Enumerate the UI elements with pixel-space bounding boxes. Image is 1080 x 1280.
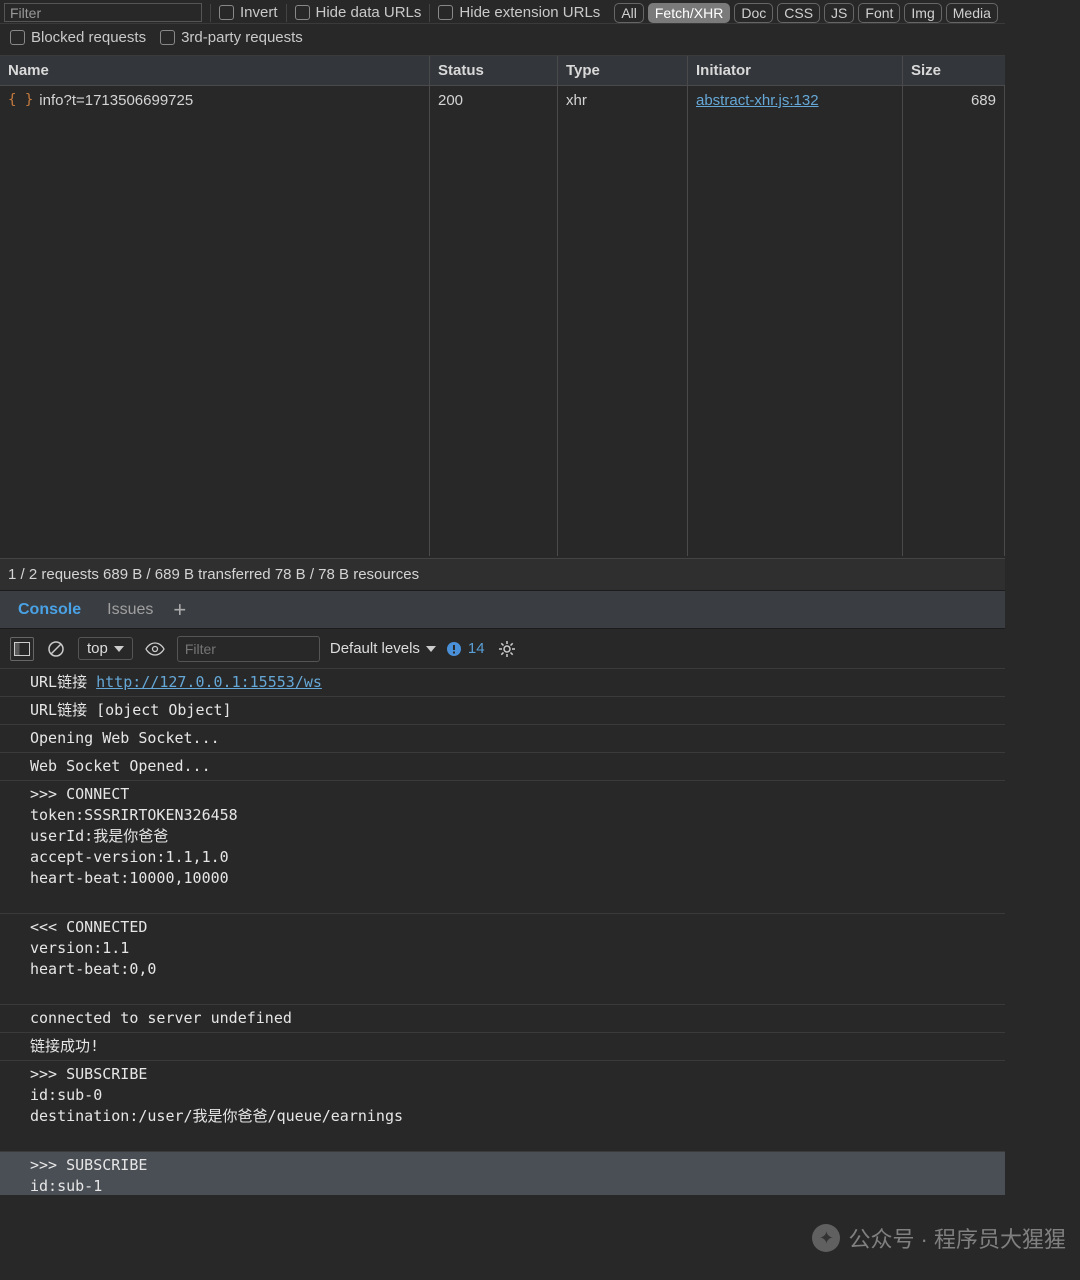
issues-count: 14 <box>468 640 485 657</box>
console-log-entry[interactable]: >>> SUBSCRIBE id:sub-1 destination:/user… <box>0 1152 1005 1195</box>
live-expression-button[interactable] <box>143 637 167 661</box>
console-toolbar: top Default levels 14 <box>0 629 1005 669</box>
separator <box>429 4 430 22</box>
tab-console[interactable]: Console <box>12 599 87 621</box>
issues-counter[interactable]: 14 <box>446 640 485 657</box>
resource-type-pills: All Fetch/XHR Doc CSS JS Font Img Media <box>614 3 998 23</box>
chevron-down-icon <box>426 646 436 652</box>
console-log-entry[interactable]: <<< CONNECTED version:1.1 heart-beat:0,0 <box>0 914 1005 1005</box>
pill-js[interactable]: JS <box>824 3 854 23</box>
blocked-label: Blocked requests <box>31 29 146 46</box>
network-table-body: { } info?t=1713506699725 200 xhr abstrac… <box>0 86 1005 558</box>
network-status-bar: 1 / 2 requests 689 B / 689 B transferred… <box>0 558 1005 590</box>
table-row[interactable]: { } info?t=1713506699725 200 xhr abstrac… <box>0 86 1005 556</box>
pill-fetch-xhr[interactable]: Fetch/XHR <box>648 3 730 23</box>
levels-label: Default levels <box>330 640 420 657</box>
pill-font[interactable]: Font <box>858 3 900 23</box>
network-panel: Invert Hide data URLs Hide extension URL… <box>0 0 1005 590</box>
wechat-icon: ✦ <box>812 1224 840 1252</box>
issue-icon <box>446 641 462 657</box>
request-status: 200 <box>430 86 558 556</box>
network-filter-bar: Invert Hide data URLs Hide extension URL… <box>0 0 1005 24</box>
hide-data-urls-checkbox[interactable]: Hide data URLs <box>295 4 422 21</box>
console-settings-button[interactable] <box>495 637 519 661</box>
initiator-link[interactable]: abstract-xhr.js:132 <box>696 92 819 109</box>
request-type: xhr <box>558 86 688 556</box>
checkbox-icon <box>219 5 234 20</box>
pill-media[interactable]: Media <box>946 3 998 23</box>
invert-checkbox[interactable]: Invert <box>219 4 278 21</box>
hide-data-label: Hide data URLs <box>316 4 422 21</box>
json-icon: { } <box>8 92 33 108</box>
sidebar-icon <box>14 642 30 656</box>
console-log-area[interactable]: URL链接 http://127.0.0.1:15553/wsURL链接 [ob… <box>0 669 1005 1195</box>
request-name: info?t=1713506699725 <box>39 92 193 109</box>
request-size: 689 <box>903 86 1005 556</box>
console-log-entry[interactable]: Opening Web Socket... <box>0 725 1005 753</box>
console-log-entry[interactable]: URL链接 http://127.0.0.1:15553/ws <box>0 669 1005 697</box>
col-status[interactable]: Status <box>430 56 558 85</box>
console-filter-input[interactable] <box>177 636 320 662</box>
col-size[interactable]: Size <box>903 56 1005 85</box>
toggle-sidebar-button[interactable] <box>10 637 34 661</box>
add-tab-button[interactable]: + <box>173 599 186 621</box>
context-selector[interactable]: top <box>78 637 133 660</box>
drawer-tabs: Console Issues + <box>0 590 1005 629</box>
col-type[interactable]: Type <box>558 56 688 85</box>
separator <box>286 4 287 22</box>
separator <box>210 4 211 22</box>
pill-css[interactable]: CSS <box>777 3 820 23</box>
hide-ext-label: Hide extension URLs <box>459 4 600 21</box>
checkbox-icon <box>10 30 25 45</box>
chevron-down-icon <box>114 646 124 652</box>
console-url-link[interactable]: http://127.0.0.1:15553/ws <box>96 673 322 691</box>
pill-doc[interactable]: Doc <box>734 3 773 23</box>
third-party-checkbox[interactable]: 3rd-party requests <box>160 29 303 46</box>
tab-issues[interactable]: Issues <box>101 599 159 621</box>
console-log-entry[interactable]: URL链接 [object Object] <box>0 697 1005 725</box>
blocked-requests-checkbox[interactable]: Blocked requests <box>10 29 146 46</box>
clear-icon <box>47 640 65 658</box>
network-filter-bar-2: Blocked requests 3rd-party requests <box>0 24 1005 56</box>
console-log-entry[interactable]: >>> SUBSCRIBE id:sub-0 destination:/user… <box>0 1061 1005 1152</box>
col-initiator[interactable]: Initiator <box>688 56 903 85</box>
console-log-entry[interactable]: 链接成功! <box>0 1033 1005 1061</box>
pill-img[interactable]: Img <box>904 3 941 23</box>
third-party-label: 3rd-party requests <box>181 29 303 46</box>
network-filter-input[interactable] <box>4 3 202 22</box>
network-table-header: Name Status Type Initiator Size <box>0 56 1005 86</box>
invert-label: Invert <box>240 4 278 21</box>
gear-icon <box>498 640 516 658</box>
log-levels-selector[interactable]: Default levels <box>330 640 436 657</box>
eye-icon <box>145 642 165 656</box>
watermark-text: 公众号 · 程序员大猩猩 <box>848 1222 1066 1254</box>
console-log-entry[interactable]: Web Socket Opened... <box>0 753 1005 781</box>
clear-console-button[interactable] <box>44 637 68 661</box>
context-label: top <box>87 640 108 657</box>
hide-extension-urls-checkbox[interactable]: Hide extension URLs <box>438 4 600 21</box>
watermark: ✦ 公众号 · 程序员大猩猩 <box>812 1222 1066 1254</box>
pill-all[interactable]: All <box>614 3 644 23</box>
col-name[interactable]: Name <box>0 56 430 85</box>
checkbox-icon <box>160 30 175 45</box>
checkbox-icon <box>295 5 310 20</box>
console-log-entry[interactable]: connected to server undefined <box>0 1005 1005 1033</box>
checkbox-icon <box>438 5 453 20</box>
console-log-entry[interactable]: >>> CONNECT token:SSSRIRTOKEN326458 user… <box>0 781 1005 914</box>
